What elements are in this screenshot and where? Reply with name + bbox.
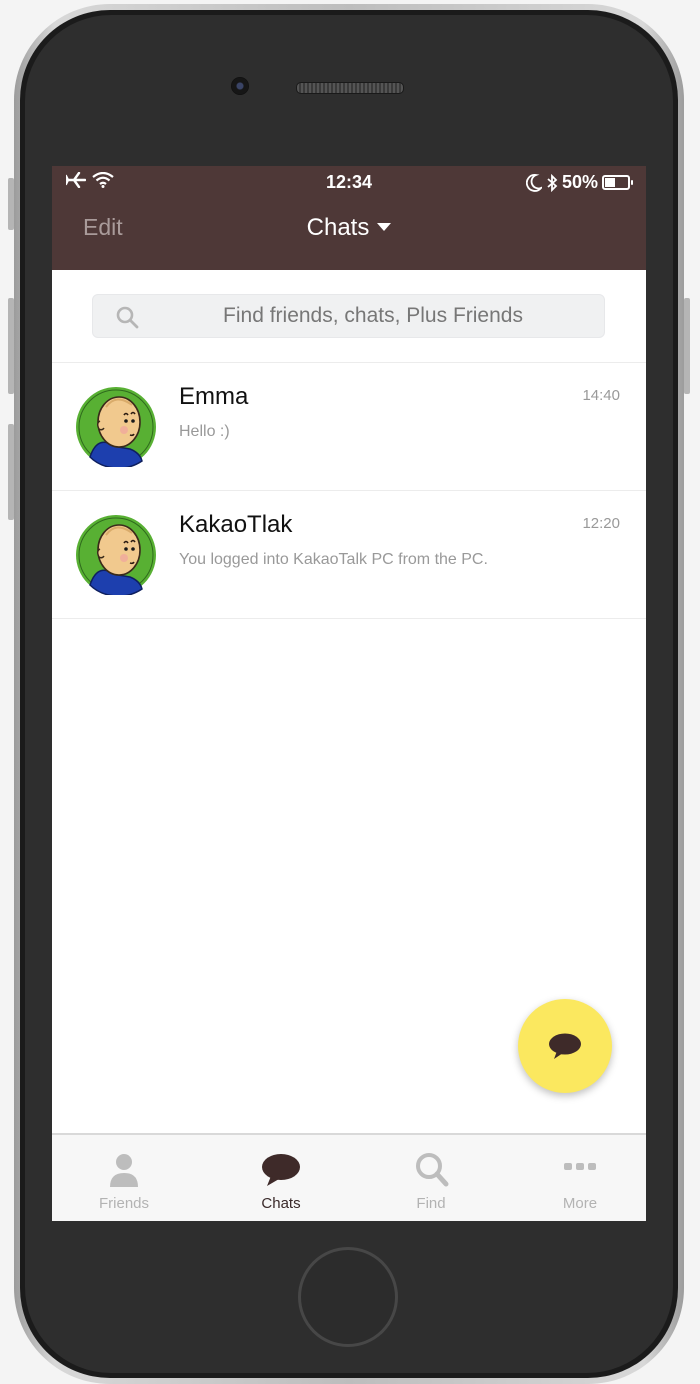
person-icon bbox=[110, 1154, 138, 1187]
mute-switch bbox=[8, 178, 14, 230]
tab-label: More bbox=[562, 1195, 598, 1212]
top-bar: 12:34 50% Edit Chats bbox=[52, 166, 646, 270]
battery-icon bbox=[602, 175, 633, 190]
chat-name: KakaoTlak bbox=[179, 511, 293, 538]
moon-icon bbox=[525, 173, 542, 192]
chat-row-kakaotlak[interactable]: KakaoTlak 12:20 You logged into KakaoTal… bbox=[52, 491, 646, 619]
speech-bubble-icon bbox=[262, 1154, 300, 1186]
volume-down-button bbox=[8, 424, 14, 520]
ellipsis-icon bbox=[564, 1163, 596, 1170]
chat-preview: You logged into KakaoTalk PC from the PC… bbox=[179, 551, 488, 568]
chat-time: 14:40 bbox=[582, 387, 620, 404]
speech-bubble-icon bbox=[549, 1033, 581, 1059]
new-chat-button[interactable] bbox=[518, 999, 612, 1093]
power-button bbox=[684, 298, 690, 394]
tab-label: Chats bbox=[261, 1195, 301, 1212]
tab-label: Find bbox=[416, 1195, 446, 1212]
chat-time: 12:20 bbox=[582, 515, 620, 532]
battery-percent: 50% bbox=[561, 172, 598, 192]
search-area bbox=[52, 270, 646, 363]
tab-more[interactable]: More bbox=[520, 1135, 640, 1221]
tab-chats[interactable]: Chats bbox=[221, 1135, 341, 1221]
page-title: Chats bbox=[306, 214, 370, 241]
volume-up-button bbox=[8, 298, 14, 394]
tab-label: Friends bbox=[98, 1195, 150, 1212]
avatar bbox=[76, 515, 156, 595]
search-input[interactable] bbox=[153, 295, 593, 337]
status-right: 50% bbox=[525, 172, 633, 193]
tab-bar: Friends Chats Find More bbox=[52, 1133, 646, 1221]
search-box[interactable] bbox=[92, 294, 605, 338]
search-icon bbox=[116, 306, 139, 329]
caret-down-icon bbox=[377, 223, 392, 231]
home-button[interactable] bbox=[298, 1247, 398, 1347]
chat-name: Emma bbox=[179, 383, 249, 410]
bluetooth-icon bbox=[547, 173, 558, 192]
chat-row-emma[interactable]: Emma 14:40 Hello :) bbox=[52, 363, 646, 491]
avatar bbox=[76, 387, 156, 467]
tab-find[interactable]: Find bbox=[371, 1135, 491, 1221]
front-camera bbox=[231, 77, 249, 95]
tab-friends[interactable]: Friends bbox=[64, 1135, 184, 1221]
earpiece-speaker bbox=[296, 82, 404, 94]
chat-preview: Hello :) bbox=[179, 423, 230, 440]
app-screen: 12:34 50% Edit Chats Find friends, chats… bbox=[52, 166, 646, 1221]
chats-title-dropdown[interactable]: Chats bbox=[52, 214, 646, 242]
magnifier-icon bbox=[416, 1153, 449, 1187]
